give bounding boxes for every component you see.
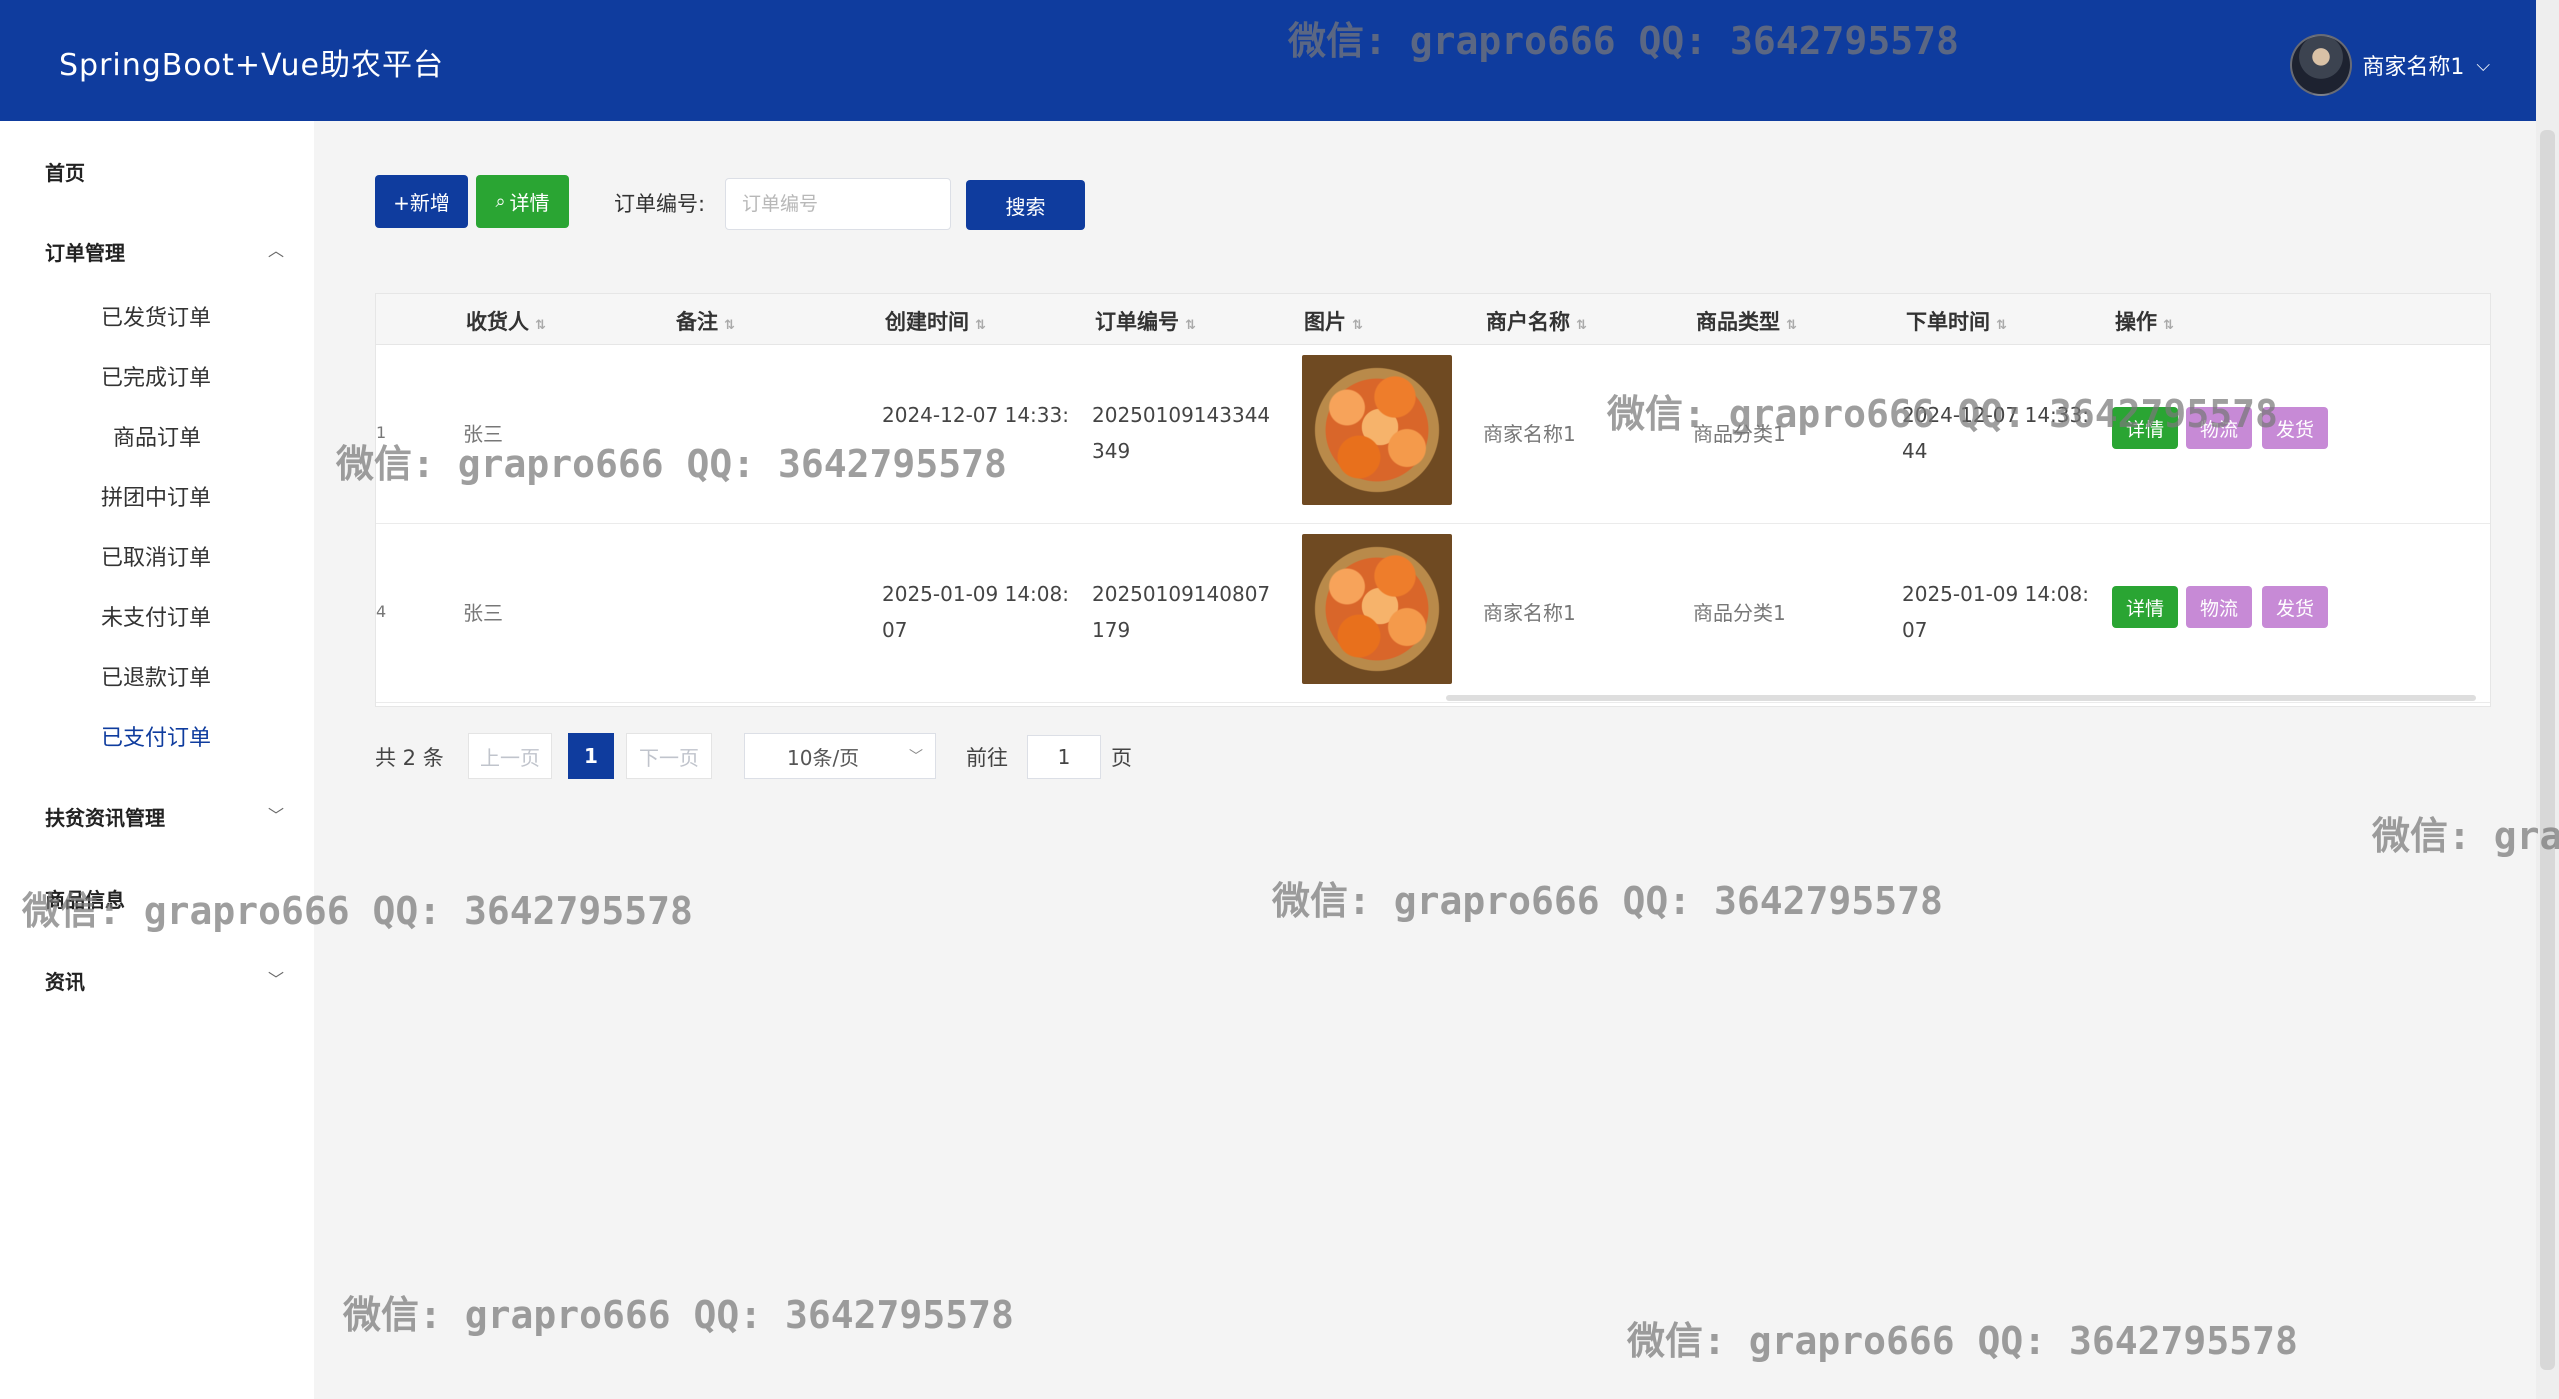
sidebar-item-refunded-orders[interactable]: 已退款订单 <box>101 660 211 692</box>
col-image[interactable]: 图片 ⇅ <box>1304 306 1363 336</box>
orders-table: 收货人 ⇅ 备注 ⇅ 创建时间 ⇅ 订单编号 ⇅ 图片 ⇅ 商户名称 ⇅ 商品类型 ⇅ 下单时… <box>375 293 2491 707</box>
sort-icon: ⇅ <box>2163 318 2174 333</box>
col-remark[interactable]: 备注 ⇅ <box>676 306 735 336</box>
search-button[interactable]: 搜索 <box>966 180 1085 230</box>
sort-icon: ⇅ <box>724 318 735 333</box>
goto-label: 前往 <box>966 746 1008 770</box>
chevron-up-icon[interactable]: ︿ <box>268 237 284 261</box>
col-receiver[interactable]: 收货人 ⇅ <box>466 306 546 336</box>
sidebar-item-paid-orders[interactable]: 已支付订单 <box>101 720 211 752</box>
page-size-value: 10条/页 <box>787 745 860 770</box>
sort-icon: ⇅ <box>1352 318 1363 333</box>
col-order-time[interactable]: 下单时间 ⇅ <box>1906 306 2007 336</box>
sidebar: 首页 订单管理 ︿ 已发货订单 已完成订单 商品订单 拼团中订单 已取消订单 未… <box>0 121 314 1399</box>
avatar[interactable] <box>2290 34 2353 96</box>
sidebar-item-order-mgmt[interactable]: 订单管理 <box>45 237 125 266</box>
row-index: 1 <box>376 423 387 442</box>
sort-icon: ⇅ <box>535 318 546 333</box>
sidebar-item-completed-orders[interactable]: 已完成订单 <box>101 360 211 392</box>
category-cell: 商品分类1 <box>1693 422 1786 446</box>
receiver-cell: 张三 <box>463 422 503 446</box>
order-time-cell: 2025-01-09 14:08:07 <box>1902 582 2089 642</box>
order-no-cell: 20250109143344349 <box>1092 403 1271 463</box>
category-cell: 商品分类1 <box>1693 601 1786 625</box>
col-order-no[interactable]: 订单编号 ⇅ <box>1095 306 1196 336</box>
page-1-button[interactable]: 1 <box>568 733 614 779</box>
next-page-button[interactable]: 下一页 <box>626 733 712 779</box>
sort-icon: ⇅ <box>1185 318 1196 333</box>
sidebar-item-product-info[interactable]: 商品信息 <box>45 884 125 913</box>
sort-icon: ⇅ <box>1996 318 2007 333</box>
col-actions[interactable]: 操作 ⇅ <box>2115 306 2174 336</box>
detail-button[interactable]: ⌕ 详情 <box>476 175 569 228</box>
row-logistics-button[interactable]: 物流 <box>2186 586 2252 628</box>
page-unit-label: 页 <box>1111 746 1132 770</box>
detail-button-label: 详情 <box>509 191 550 215</box>
chevron-down-icon: ﹀ <box>909 749 923 765</box>
add-button[interactable]: +新增 <box>375 175 468 228</box>
user-name[interactable]: 商家名称1 <box>2362 49 2464 81</box>
order-no-input[interactable] <box>725 178 951 230</box>
sidebar-item-unpaid-orders[interactable]: 未支付订单 <box>101 600 211 632</box>
product-image[interactable] <box>1302 355 1452 505</box>
row-ship-button[interactable]: 发货 <box>2262 586 2328 628</box>
product-image[interactable] <box>1302 534 1452 684</box>
table-header: 收货人 ⇅ 备注 ⇅ 创建时间 ⇅ 订单编号 ⇅ 图片 ⇅ 商户名称 ⇅ 商品类型 ⇅ 下单时… <box>376 294 2490 345</box>
watermark-text: 微信: grapro666 QQ: 3642795578 <box>343 1293 1014 1337</box>
sidebar-item-poverty-news[interactable]: 扶贫资讯管理 <box>45 802 165 831</box>
app-title: SpringBoot+Vue助农平台 <box>59 48 444 83</box>
page-scrollbar-thumb[interactable] <box>2540 130 2555 1370</box>
sidebar-item-cancelled-orders[interactable]: 已取消订单 <box>101 540 211 572</box>
chevron-down-icon[interactable]: ⌵ <box>2476 55 2490 76</box>
sidebar-item-product-orders[interactable]: 商品订单 <box>113 420 201 452</box>
row-detail-button[interactable]: 详情 <box>2112 407 2178 449</box>
watermark-text: 微信: grapro666 QQ: 3642795578 <box>1627 1319 2298 1363</box>
order-time-cell: 2024-12-07 14:33:44 <box>1902 403 2089 463</box>
sort-icon: ⇅ <box>1786 318 1797 333</box>
chevron-down-icon[interactable]: ﹀ <box>268 802 284 826</box>
sidebar-item-shipped-orders[interactable]: 已发货订单 <box>101 300 211 332</box>
sort-icon: ⇅ <box>975 318 986 333</box>
row-index: 4 <box>376 602 387 621</box>
watermark-text: 微信: grapro666 QQ: 3642795578 <box>2372 814 2559 858</box>
created-cell: 2024-12-07 14:33: <box>882 403 1069 427</box>
user-menu[interactable]: 商家名称1 ⌵ <box>2290 34 2490 96</box>
sidebar-item-home[interactable]: 首页 <box>45 157 85 186</box>
row-ship-button[interactable]: 发货 <box>2262 407 2328 449</box>
chevron-down-icon[interactable]: ﹀ <box>268 966 284 990</box>
col-merchant[interactable]: 商户名称 ⇅ <box>1486 306 1587 336</box>
sidebar-item-news[interactable]: 资讯 <box>45 966 85 995</box>
receiver-cell: 张三 <box>463 601 503 625</box>
merchant-cell: 商家名称1 <box>1483 422 1576 446</box>
pagination-total: 共 2 条 <box>375 746 444 770</box>
sort-icon: ⇅ <box>1576 318 1587 333</box>
top-header: SpringBoot+Vue助农平台 商家名称1 ⌵ <box>0 0 2536 121</box>
col-category[interactable]: 商品类型 ⇅ <box>1696 306 1797 336</box>
watermark-text: 微信: grapro666 QQ: 3642795578 <box>1272 879 1943 923</box>
order-no-label: 订单编号: <box>614 192 706 216</box>
search-icon: ⌕ <box>495 191 506 212</box>
prev-page-button[interactable]: 上一页 <box>468 733 552 779</box>
merchant-cell: 商家名称1 <box>1483 601 1576 625</box>
table-row: 4 张三 2025-01-09 14:08:07 202501091408071… <box>376 524 2490 703</box>
table-horizontal-scrollbar[interactable] <box>1446 695 2476 701</box>
row-logistics-button[interactable]: 物流 <box>2186 407 2252 449</box>
goto-page-input[interactable] <box>1027 735 1101 779</box>
col-created[interactable]: 创建时间 ⇅ <box>885 306 986 336</box>
page-size-select[interactable]: 10条/页 ﹀ <box>744 733 936 779</box>
order-no-cell: 20250109140807179 <box>1092 582 1271 642</box>
row-detail-button[interactable]: 详情 <box>2112 586 2178 628</box>
created-cell: 2025-01-09 14:08:07 <box>882 582 1069 642</box>
table-row: 1 张三 2024-12-07 14:33: 20250109143344349… <box>376 345 2490 524</box>
sidebar-item-group-orders[interactable]: 拼团中订单 <box>101 480 211 512</box>
